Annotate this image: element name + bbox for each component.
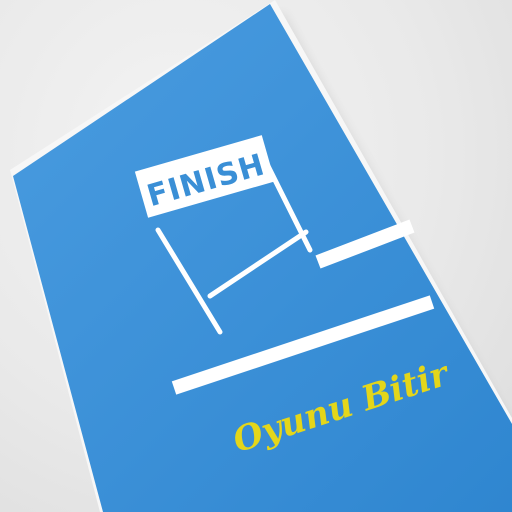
photo-scene: FINISH Oyunu Bitir [10,0,512,512]
